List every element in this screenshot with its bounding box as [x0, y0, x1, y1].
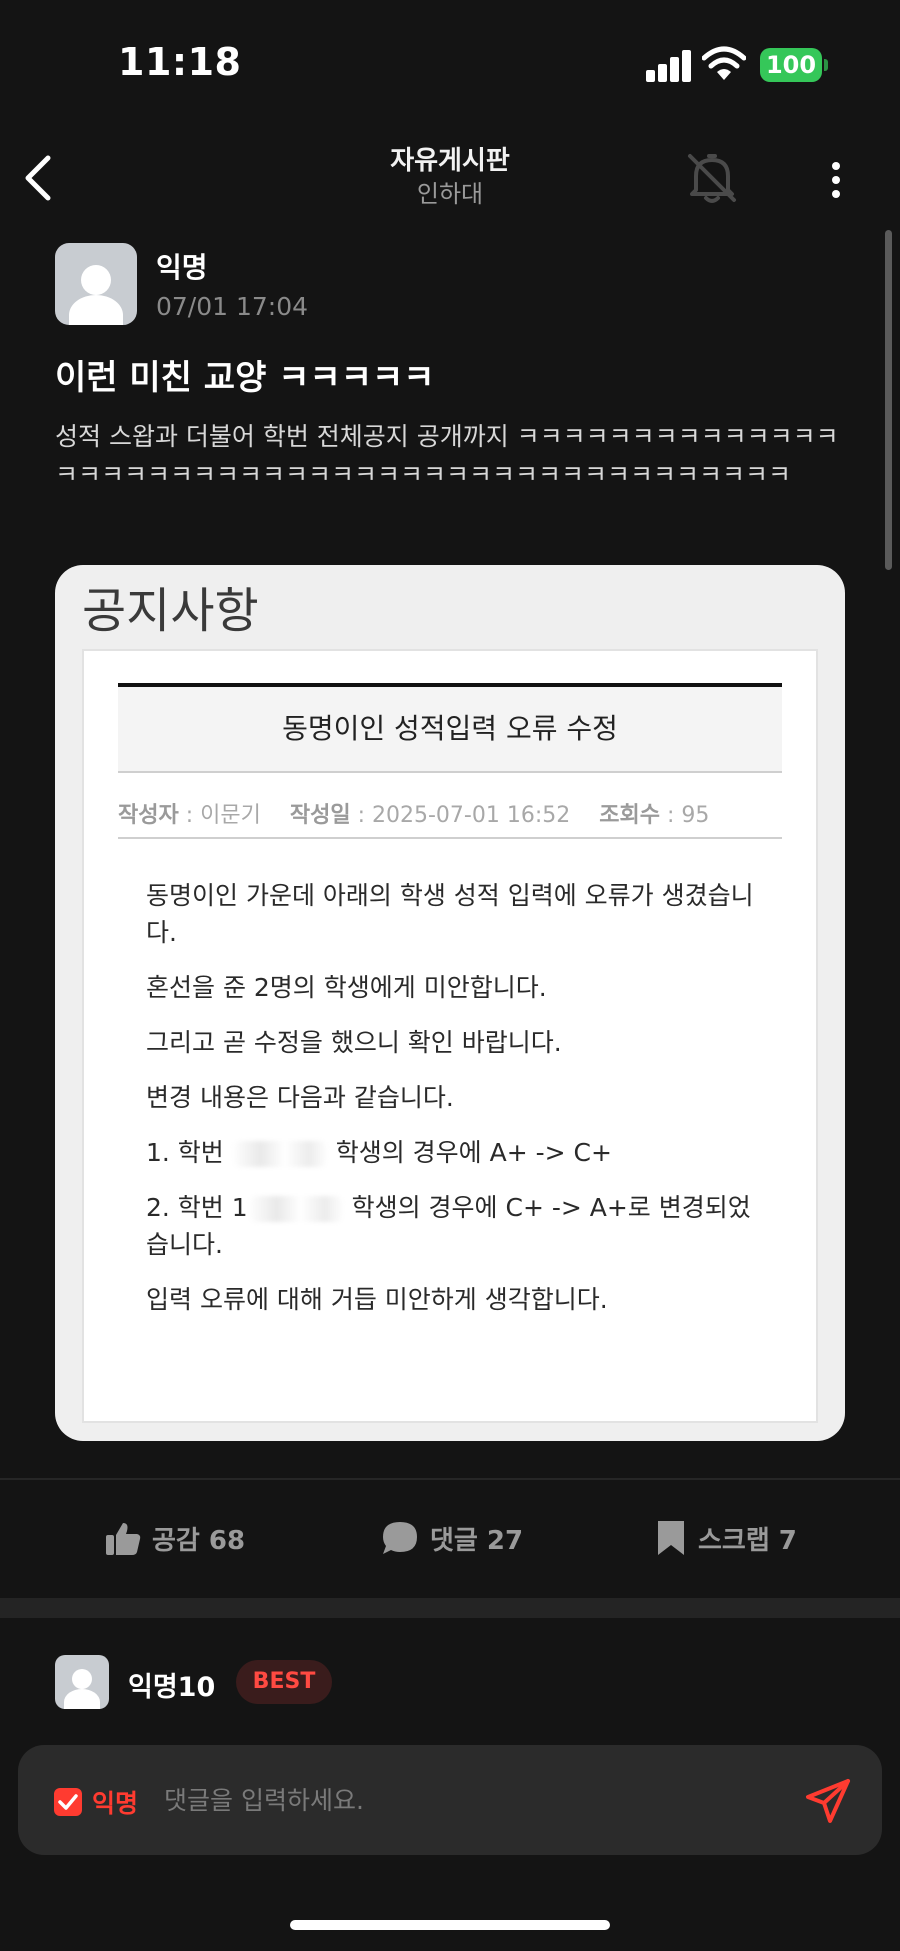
comment-author: 익명10	[128, 1672, 216, 1703]
scrollbar[interactable]	[885, 230, 892, 570]
notice-line-suffix: 학생의 경우에 A+ -> C+	[327, 1138, 612, 1167]
notice-title: 동명이인 성적입력 오류 수정	[118, 683, 782, 773]
school-name: 인하대	[416, 180, 484, 208]
bookmark-icon	[658, 1521, 684, 1555]
thumbs-up-icon	[106, 1523, 141, 1555]
anonymous-label: 익명	[92, 1789, 139, 1818]
battery-indicator: 100	[760, 48, 822, 82]
notice-content: 동명이인 가운데 아래의 학생 성적 입력에 오류가 생겼습니다. 혼선을 준 …	[146, 877, 756, 1336]
like-count: 공감 68	[152, 1525, 246, 1556]
board-title: 자유게시판	[390, 146, 510, 176]
send-icon[interactable]	[802, 1775, 854, 1827]
comment-input-bar: 익명	[18, 1745, 882, 1855]
checkbox-checked-icon[interactable]	[54, 1788, 82, 1816]
notice-line: 그리고 곧 수정을 했으니 확인 바랍니다.	[146, 1028, 562, 1057]
notice-date: : 2025-07-01 16:52	[350, 803, 571, 828]
post-image[interactable]: 공지사항 동명이인 성적입력 오류 수정 작성자 : 이문기 작성일 : 202…	[55, 565, 845, 1441]
comment-button[interactable]: 댓글 27	[380, 1516, 523, 1560]
notice-panel: 동명이인 성적입력 오류 수정 작성자 : 이문기 작성일 : 2025-07-…	[82, 649, 818, 1423]
status-bar: 11:18 100	[0, 0, 900, 130]
anonymous-toggle[interactable]: 익명	[54, 1785, 138, 1819]
notice-meta: 작성자 : 이문기 작성일 : 2025-07-01 16:52 조회수 : 9…	[118, 797, 782, 839]
cellular-signal-icon	[646, 50, 692, 82]
redacted-student-id	[231, 1141, 328, 1167]
wifi-icon	[702, 46, 746, 80]
comment-avatar	[55, 1655, 109, 1709]
post-title: 이런 미친 교양 ㅋㅋㅋㅋㅋ	[55, 358, 435, 398]
notice-line: 입력 오류에 대해 거듭 미안하게 생각합니다.	[146, 1285, 608, 1314]
home-indicator	[290, 1920, 610, 1930]
more-vert-icon[interactable]	[816, 150, 856, 206]
notice-line-prefix: 2. 학번 1	[146, 1193, 248, 1222]
comment-bubble-icon	[383, 1522, 417, 1554]
notice-author-label: 작성자	[118, 803, 179, 828]
notice-views-label: 조회수	[599, 803, 660, 828]
author-avatar	[55, 243, 137, 325]
comment-count: 댓글 27	[430, 1525, 524, 1556]
like-button[interactable]: 공감 68	[104, 1516, 245, 1560]
notice-line: 2. 학번 1 학생의 경우에 C+ -> A+로 변경되었습니다.	[146, 1189, 756, 1263]
section-divider	[0, 1598, 900, 1618]
status-time: 11:18	[118, 40, 242, 84]
best-badge: BEST	[236, 1660, 332, 1704]
battery-tip	[824, 59, 828, 71]
notice-views: : 95	[659, 803, 710, 828]
comment-input[interactable]	[164, 1775, 784, 1825]
reaction-bar: 공감 68 댓글 27 스크랩 7	[0, 1480, 900, 1598]
post-date: 07/01 17:04	[156, 292, 309, 321]
redacted-student-id	[247, 1196, 344, 1222]
top-nav-bar: 자유게시판 인하대	[0, 130, 900, 220]
post-author: 익명	[156, 251, 208, 284]
scrap-button[interactable]: 스크랩 7	[654, 1516, 797, 1560]
notice-line: 변경 내용은 다음과 같습니다.	[146, 1083, 454, 1112]
scrap-count: 스크랩 7	[698, 1525, 797, 1556]
post-body: 성적 스왑과 더불어 학번 전체공지 공개까지 ㅋㅋㅋㅋㅋㅋㅋㅋㅋㅋㅋㅋㅋㅋㅋㅋ…	[55, 422, 839, 489]
bell-off-icon[interactable]	[682, 148, 742, 208]
notice-line-prefix: 1. 학번	[146, 1138, 232, 1167]
notice-date-label: 작성일	[289, 803, 351, 828]
notice-author: : 이문기	[178, 803, 261, 828]
notice-line: 동명이인 가운데 아래의 학생 성적 입력에 오류가 생겼습니다.	[146, 881, 754, 947]
post-screen: 11:18 100 자유게시판 인하대 익명 07/01 17:04 이런 미친…	[0, 0, 900, 1951]
notice-heading: 공지사항	[82, 583, 259, 639]
notice-line: 1. 학번 학생의 경우에 A+ -> C+	[146, 1134, 756, 1171]
notice-line: 혼선을 준 2명의 학생에게 미안합니다.	[146, 973, 547, 1002]
